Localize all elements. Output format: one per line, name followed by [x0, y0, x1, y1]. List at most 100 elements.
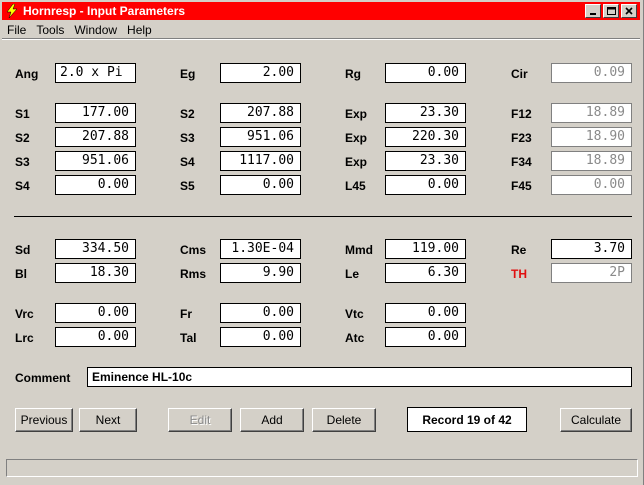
f23-field: 18.90 [551, 127, 632, 147]
s2-field-row1[interactable]: 207.88 [220, 103, 301, 123]
label-f12: F12 [511, 107, 532, 121]
fr-field[interactable]: 0.00 [220, 303, 301, 323]
cms-field[interactable]: 1.30E-04 [220, 239, 301, 259]
label-s1: S1 [15, 107, 30, 121]
add-button[interactable]: Add [240, 408, 304, 432]
label-fr: Fr [180, 307, 192, 321]
menu-bar: File Tools Window Help [2, 21, 640, 39]
cir-field: 0.09 [551, 63, 632, 83]
minimize-icon [590, 13, 596, 15]
delete-label: Delete [326, 413, 362, 427]
label-comment: Comment [15, 371, 71, 385]
maximize-icon [606, 7, 616, 15]
label-rg: Rg [345, 67, 361, 81]
hornresp-window: Hornresp - Input Parameters File Tools W… [0, 0, 644, 485]
rg-field[interactable]: 0.00 [385, 63, 466, 83]
s4-field-row4[interactable]: 0.00 [55, 175, 136, 195]
th-field[interactable]: 2P [551, 263, 632, 283]
label-vtc: Vtc [345, 307, 364, 321]
record-indicator: Record 19 of 42 [407, 407, 527, 432]
maximize-button[interactable] [603, 4, 619, 18]
menu-file[interactable]: File [2, 23, 31, 37]
l45-field[interactable]: 0.00 [385, 175, 466, 195]
title-bar[interactable]: Hornresp - Input Parameters [2, 2, 640, 20]
label-rms: Rms [180, 267, 207, 281]
label-s4-row4: S4 [15, 179, 30, 193]
s2-field-row2[interactable]: 207.88 [55, 127, 136, 147]
label-bl: Bl [15, 267, 27, 281]
vrc-field[interactable]: 0.00 [55, 303, 136, 323]
delete-button[interactable]: Delete [312, 408, 376, 432]
next-label: Next [95, 413, 121, 427]
mmd-field[interactable]: 119.00 [385, 239, 466, 259]
s3-field-row2[interactable]: 951.06 [220, 127, 301, 147]
previous-button[interactable]: Previous [15, 408, 73, 432]
exp3-field[interactable]: 23.30 [385, 151, 466, 171]
label-s2-row1: S2 [180, 107, 195, 121]
label-s2-row2: S2 [15, 131, 30, 145]
f34-field: 18.89 [551, 151, 632, 171]
add-label: Add [261, 413, 283, 427]
label-cms: Cms [180, 243, 207, 257]
label-tal: Tal [180, 331, 197, 345]
f45-field: 0.00 [551, 175, 632, 195]
vtc-field[interactable]: 0.00 [385, 303, 466, 323]
atc-field[interactable]: 0.00 [385, 327, 466, 347]
tal-field[interactable]: 0.00 [220, 327, 301, 347]
label-sd: Sd [15, 243, 31, 257]
edit-button[interactable]: Edit [168, 408, 232, 432]
calculate-button[interactable]: Calculate [560, 408, 632, 432]
edit-label: Edit [189, 413, 211, 427]
label-re: Re [511, 243, 527, 257]
calculate-label: Calculate [570, 413, 622, 427]
lightning-icon[interactable] [5, 4, 19, 18]
previous-label: Previous [20, 413, 68, 427]
label-vrc: Vrc [15, 307, 34, 321]
comment-field[interactable]: Eminence HL-10c [87, 367, 632, 387]
label-lrc: Lrc [15, 331, 34, 345]
label-ang: Ang [15, 67, 39, 81]
label-th: TH [511, 267, 527, 281]
s3-field-row3[interactable]: 951.06 [55, 151, 136, 171]
close-icon [625, 7, 633, 15]
label-s4-row3: S4 [180, 155, 195, 169]
menu-help[interactable]: Help [122, 23, 157, 37]
label-l45: L45 [345, 179, 366, 193]
ang-field[interactable]: 2.0 x Pi [55, 63, 136, 83]
status-bar [6, 459, 638, 477]
minimize-button[interactable] [585, 4, 601, 18]
lrc-field[interactable]: 0.00 [55, 327, 136, 347]
eg-field[interactable]: 2.00 [220, 63, 301, 83]
menu-tools[interactable]: Tools [31, 23, 69, 37]
label-f23: F23 [511, 131, 532, 145]
label-exp1: Exp [345, 107, 368, 121]
label-exp3: Exp [345, 155, 368, 169]
next-button[interactable]: Next [79, 408, 137, 432]
label-cir: Cir [511, 67, 528, 81]
label-f45: F45 [511, 179, 532, 193]
re-field[interactable]: 3.70 [551, 239, 632, 259]
close-button[interactable] [621, 4, 637, 18]
le-field[interactable]: 6.30 [385, 263, 466, 283]
section-divider [14, 216, 632, 217]
menu-divider-highlight [2, 39, 640, 40]
s1-field[interactable]: 177.00 [55, 103, 136, 123]
s5-field[interactable]: 0.00 [220, 175, 301, 195]
label-eg: Eg [180, 67, 196, 81]
f12-field: 18.89 [551, 103, 632, 123]
label-mmd: Mmd [345, 243, 373, 257]
label-le: Le [345, 267, 360, 281]
rms-field[interactable]: 9.90 [220, 263, 301, 283]
label-s3-row2: S3 [180, 131, 195, 145]
menu-window[interactable]: Window [69, 23, 122, 37]
s4-field-row3[interactable]: 1117.00 [220, 151, 301, 171]
exp2-field[interactable]: 220.30 [385, 127, 466, 147]
exp1-field[interactable]: 23.30 [385, 103, 466, 123]
sd-field[interactable]: 334.50 [55, 239, 136, 259]
label-exp2: Exp [345, 131, 368, 145]
window-title: Hornresp - Input Parameters [23, 4, 186, 18]
label-atc: Atc [345, 331, 365, 345]
bl-field[interactable]: 18.30 [55, 263, 136, 283]
label-s5: S5 [180, 179, 195, 193]
label-s3-row3: S3 [15, 155, 30, 169]
